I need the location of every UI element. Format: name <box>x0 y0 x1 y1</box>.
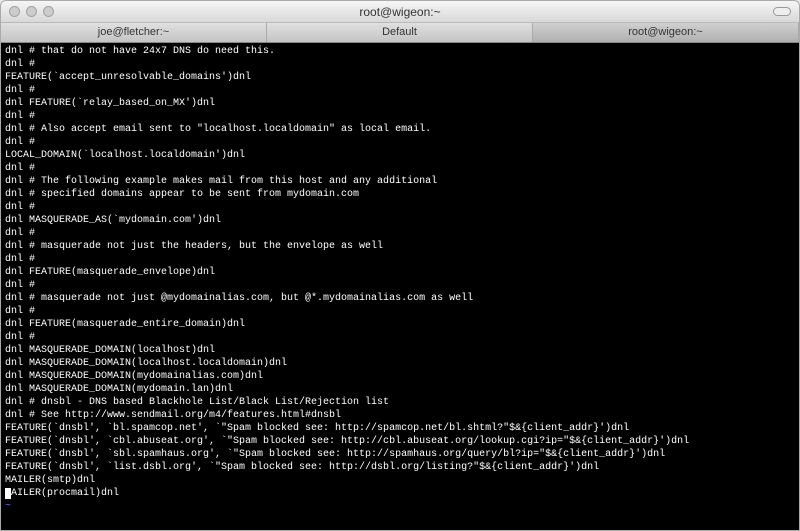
titlebar[interactable]: root@wigeon:~ <box>1 1 799 23</box>
terminal-window: root@wigeon:~ joe@fletcher:~ Default roo… <box>0 0 800 531</box>
terminal-line: dnl # masquerade not just @mydomainalias… <box>5 292 795 305</box>
terminal-line: dnl MASQUERADE_DOMAIN(mydomain.lan)dnl <box>5 383 795 396</box>
terminal-line: dnl # <box>5 136 795 149</box>
terminal-line: MAILER(smtp)dnl <box>5 474 795 487</box>
terminal-line: dnl FEATURE(masquerade_envelope)dnl <box>5 266 795 279</box>
terminal-line: dnl # dnsbl - DNS based Blackhole List/B… <box>5 396 795 409</box>
terminal-line: dnl # See http://www.sendmail.org/m4/fea… <box>5 409 795 422</box>
terminal-line: dnl # <box>5 305 795 318</box>
terminal-line: dnl # <box>5 110 795 123</box>
traffic-lights <box>1 6 54 17</box>
terminal-line: dnl MASQUERADE_DOMAIN(mydomainalias.com)… <box>5 370 795 383</box>
terminal-line: FEATURE(`dnsbl', `cbl.abuseat.org', `"Sp… <box>5 435 795 448</box>
terminal-line: dnl # <box>5 279 795 292</box>
terminal-line-text: AILER(procmail)dnl <box>11 488 119 499</box>
terminal-line: dnl # <box>5 253 795 266</box>
tab-default[interactable]: Default <box>267 23 533 42</box>
terminal-line: dnl # <box>5 331 795 344</box>
tab-bar: joe@fletcher:~ Default root@wigeon:~ <box>1 23 799 43</box>
terminal-line: dnl FEATURE(masquerade_entire_domain)dnl <box>5 318 795 331</box>
toolbar-pill-icon[interactable] <box>773 7 791 16</box>
terminal-line: dnl MASQUERADE_DOMAIN(localhost.localdom… <box>5 357 795 370</box>
terminal-line: dnl # Also accept email sent to "localho… <box>5 123 795 136</box>
terminal-line: dnl # <box>5 227 795 240</box>
tab-joe-fletcher[interactable]: joe@fletcher:~ <box>1 23 267 42</box>
close-icon[interactable] <box>9 6 20 17</box>
minimize-icon[interactable] <box>26 6 37 17</box>
terminal-line: LOCAL_DOMAIN(`localhost.localdomain')dnl <box>5 149 795 162</box>
terminal-line: dnl # <box>5 84 795 97</box>
terminal-line: dnl MASQUERADE_DOMAIN(localhost)dnl <box>5 344 795 357</box>
terminal-line: dnl # that do not have 24x7 DNS do need … <box>5 45 795 58</box>
terminal-line: dnl # <box>5 201 795 214</box>
terminal-line: FEATURE(`dnsbl', `bl.spamcop.net', `"Spa… <box>5 422 795 435</box>
vi-tilde-line: ~ <box>5 500 795 513</box>
terminal-line: dnl # The following example makes mail f… <box>5 175 795 188</box>
terminal-line: FEATURE(`accept_unresolvable_domains')dn… <box>5 71 795 84</box>
terminal-line: dnl # masquerade not just the headers, b… <box>5 240 795 253</box>
terminal-line: dnl # specified domains appear to be sen… <box>5 188 795 201</box>
tab-root-wigeon[interactable]: root@wigeon:~ <box>533 23 799 42</box>
terminal-line: dnl # <box>5 58 795 71</box>
terminal-cursor-line: AILER(procmail)dnl <box>5 487 795 500</box>
terminal-line: FEATURE(`dnsbl', `sbl.spamhaus.org', `"S… <box>5 448 795 461</box>
terminal-line: FEATURE(`dnsbl', `list.dsbl.org', `"Spam… <box>5 461 795 474</box>
terminal-line: dnl FEATURE(`relay_based_on_MX')dnl <box>5 97 795 110</box>
window-title: root@wigeon:~ <box>1 5 799 19</box>
zoom-icon[interactable] <box>43 6 54 17</box>
terminal-content[interactable]: dnl # that do not have 24x7 DNS do need … <box>1 43 799 530</box>
terminal-line: dnl # <box>5 162 795 175</box>
terminal-line: dnl MASQUERADE_AS(`mydomain.com')dnl <box>5 214 795 227</box>
